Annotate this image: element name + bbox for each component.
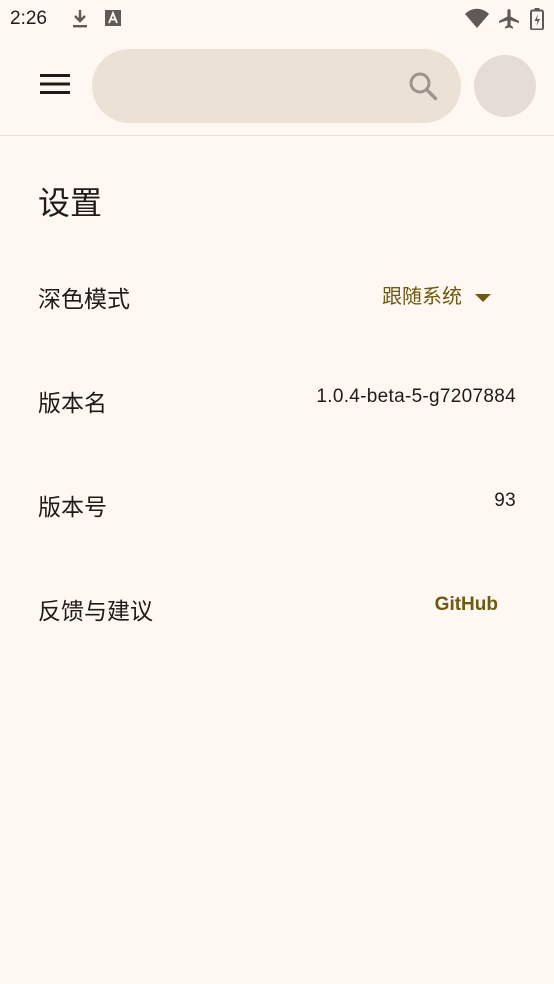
download-icon [70, 8, 90, 34]
menu-button[interactable] [30, 64, 80, 108]
hamburger-menu-icon [40, 73, 70, 99]
setting-row-dark-mode: 深色模式 跟随系统 [0, 266, 554, 326]
github-link-button[interactable]: GitHub [435, 594, 498, 616]
version-name-label: 版本名 [38, 391, 107, 417]
text-notification-icon [104, 8, 122, 32]
version-code-label: 版本号 [38, 495, 107, 521]
setting-row-version-code: 版本号 93 [0, 474, 554, 534]
dark-mode-value: 跟随系统 [382, 284, 462, 308]
version-name-value: 1.0.4-beta-5-g7207884 [316, 386, 516, 407]
caret-down-icon [474, 284, 492, 308]
status-time: 2:26 [10, 8, 47, 29]
setting-row-version-name: 版本名 1.0.4-beta-5-g7207884 [0, 370, 554, 430]
dark-mode-dropdown[interactable]: 跟随系统 [382, 280, 492, 309]
avatar[interactable] [474, 55, 536, 117]
feedback-label: 反馈与建议 [38, 599, 153, 625]
page-title: 设置 [38, 184, 103, 222]
wifi-icon [464, 8, 490, 34]
status-bar: 2:26 [0, 0, 554, 38]
airplane-mode-icon [498, 8, 520, 34]
setting-row-feedback: 反馈与建议 GitHub [0, 578, 554, 638]
dark-mode-label: 深色模式 [38, 287, 130, 313]
search-bar[interactable] [92, 49, 461, 123]
version-code-value: 93 [494, 490, 516, 511]
battery-icon [530, 8, 544, 34]
top-app-bar [0, 38, 554, 136]
search-icon[interactable] [407, 70, 439, 102]
